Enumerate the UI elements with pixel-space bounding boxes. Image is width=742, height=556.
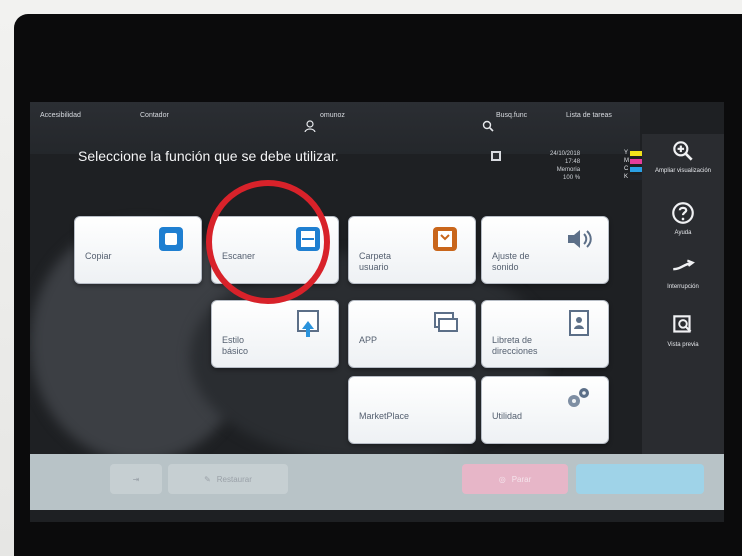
address-book-icon [569,310,589,336]
tile-user-box[interactable]: Carpeta usuario [348,216,476,284]
restore-label: Restaurar [216,474,252,484]
zoom-display-label: Ampliar visualización [654,168,712,174]
start-button[interactable] [576,464,704,494]
time-text: 17:48 [565,159,581,165]
stop-icon: ◎ [498,474,506,484]
pencil-icon: ✎ [204,474,211,484]
tile-user-box-label: Carpeta usuario [359,251,391,273]
zoom-in-icon [673,141,693,161]
help-button[interactable]: Ayuda [648,198,718,258]
toner-bar [630,166,642,172]
stop-label: Parar [511,474,532,484]
tile-address-book-label: Libreta de direcciones [492,335,538,357]
toner-bar [630,174,642,180]
page-title: Seleccione la función que se debe utiliz… [78,148,339,164]
app-icon [434,312,458,332]
tile-app[interactable]: APP [348,300,476,368]
tile-basic-style[interactable]: Estilo básico [211,300,339,368]
accessibility-button[interactable]: Accesibilidad [40,112,81,119]
keypad-button[interactable]: ⇥ [110,464,162,494]
user-name[interactable]: omunoz [320,112,345,119]
tile-sound[interactable]: Ajuste de sonido [481,216,609,284]
tile-label-line: Carpeta [359,251,392,261]
tile-basic-style-label: Estilo básico [222,335,248,357]
touch-screen: Accesibilidad Contador omunoz Busq.func … [30,102,724,522]
basic-style-icon [297,310,319,337]
folder-icon [433,227,457,251]
tile-label-line: Ajuste de [492,251,530,261]
network-icon [491,151,501,161]
interrupt-button[interactable]: Interrupción [648,252,718,312]
tile-label-line: direcciones [492,346,538,356]
interrupt-icon [673,259,695,271]
tile-utility[interactable]: Utilidad [481,376,609,444]
task-list-button[interactable]: Lista de tareas [566,112,612,119]
tile-label-line: Estilo [222,335,245,345]
memory-value: 100 % [563,175,581,181]
function-search-button[interactable]: Busq.func [496,112,527,119]
user-icon [304,120,316,132]
speaker-icon [568,230,592,248]
preview-button[interactable]: Vista previa [648,310,718,370]
tile-marketplace-label: MarketPlace [359,411,410,421]
tile-sound-label: Ajuste de sonido [492,251,530,273]
top-bar: Accesibilidad Contador omunoz Busq.func … [30,102,640,154]
tile-label-line: Libreta de [492,335,533,345]
counter-button[interactable]: Contador [140,112,169,119]
keypad-icon: ⇥ [132,474,140,484]
tile-label-line: usuario [359,262,389,272]
tile-utility-label: Utilidad [492,411,523,421]
tile-address-book[interactable]: Libreta de direcciones [481,300,609,368]
search-icon [482,120,494,132]
help-label: Ayuda [674,230,692,236]
tile-copy[interactable]: Copiar [74,216,202,284]
tile-label-line: básico [222,346,249,356]
side-panel: Ampliar visualización Ayuda Interrupción [642,134,724,464]
copy-icon [159,227,183,251]
preview-label: Vista previa [667,342,699,348]
help-icon [672,202,694,224]
preview-icon [673,315,692,333]
tile-copy-label: Copiar [85,251,112,261]
toner-bar [630,150,642,156]
highlight-circle [206,180,330,304]
memory-label: Memoria [556,167,581,173]
stop-button[interactable]: ◎ Parar [462,464,568,494]
bottom-bar: ⇥ ✎ Restaurar ◎ Parar [30,454,724,510]
device-frame: Accesibilidad Contador omunoz Busq.func … [14,14,742,556]
interrupt-label: Interrupción [667,284,699,290]
toner-bar [630,158,642,164]
gear-icon [568,388,589,407]
status-datetime: 24/10/2018 17:48 Memoria 100 % [550,150,580,182]
tile-app-label: APP [359,335,378,345]
zoom-display-button[interactable]: Ampliar visualización [648,136,718,196]
tile-marketplace[interactable]: MarketPlace [348,376,476,444]
tile-label-line: sonido [492,262,519,272]
restore-button[interactable]: ✎ Restaurar [168,464,288,494]
date-text: 24/10/2018 [550,151,581,157]
